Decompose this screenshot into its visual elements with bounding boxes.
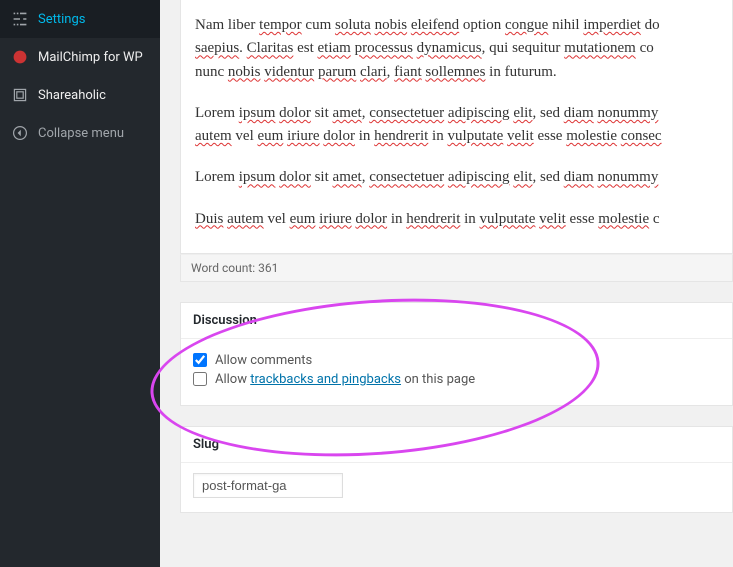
sidebar-item-label: MailChimp for WP (38, 50, 143, 65)
admin-sidebar: Settings MailChimp for WP Shareaholic Co… (0, 0, 160, 567)
allow-comments-row[interactable]: Allow comments (193, 353, 720, 368)
discussion-title: Discussion (181, 303, 732, 339)
allow-trackbacks-row[interactable]: Allow trackbacks and pingbacks on this p… (193, 372, 720, 387)
sidebar-item-label: Collapse menu (38, 126, 124, 141)
slug-metabox: Slug (180, 426, 733, 513)
discussion-metabox: Discussion Allow comments Allow trackbac… (180, 302, 733, 406)
allow-comments-label: Allow comments (215, 353, 312, 368)
editor-content[interactable]: Nam liber tempor cum soluta nobis eleife… (180, 0, 733, 254)
slug-input[interactable] (193, 473, 343, 498)
word-count: Word count: 361 (180, 254, 733, 282)
sidebar-item-settings[interactable]: Settings (0, 0, 160, 38)
collapse-icon (10, 123, 30, 143)
slug-title: Slug (181, 427, 732, 463)
shareaholic-icon (10, 85, 30, 105)
sidebar-item-collapse[interactable]: Collapse menu (0, 114, 160, 152)
allow-trackbacks-label: Allow trackbacks and pingbacks on this p… (215, 372, 475, 387)
sidebar-item-mailchimp[interactable]: MailChimp for WP (0, 38, 160, 76)
settings-icon (10, 9, 30, 29)
allow-comments-checkbox[interactable] (193, 353, 207, 367)
sidebar-item-label: Settings (38, 12, 85, 27)
mailchimp-icon (10, 47, 30, 67)
sidebar-item-shareaholic[interactable]: Shareaholic (0, 76, 160, 114)
sidebar-item-label: Shareaholic (38, 88, 106, 103)
allow-trackbacks-checkbox[interactable] (193, 372, 207, 386)
trackbacks-link[interactable]: trackbacks and pingbacks (250, 372, 401, 387)
main-content: Nam liber tempor cum soluta nobis eleife… (160, 0, 733, 567)
